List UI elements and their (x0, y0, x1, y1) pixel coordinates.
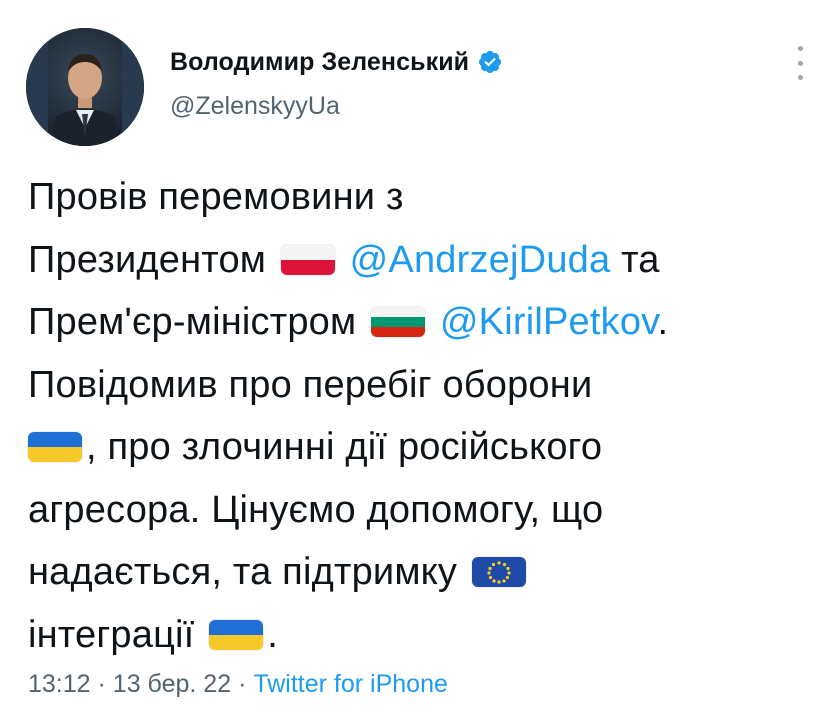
tweet-text-segment: . (657, 301, 669, 343)
mention-kirilpetkov-link[interactable]: @KirilPetkov (440, 301, 658, 343)
tweet-date[interactable]: 13 бер. 22 (113, 670, 231, 698)
more-dot (797, 75, 803, 80)
tweet-line-8: інтеграції . (28, 604, 828, 667)
tweet-text-segment: , про злочинні дії російського (86, 426, 603, 468)
tweet-line-3: Прем'єр-міністром @KirilPetkov. (28, 291, 828, 354)
author-name-row: Володимир Зеленський (170, 44, 503, 80)
flag-poland-icon (280, 244, 335, 275)
tweet-text-segment: Президентом (28, 238, 267, 281)
tweet-text-segment: надається, та підтримку (28, 551, 458, 593)
more-options-icon[interactable] (794, 46, 806, 80)
tweet-text-segment: агресора. Цінуємо допомогу, що (28, 488, 604, 531)
avatar[interactable] (26, 28, 144, 146)
more-dot (797, 46, 803, 51)
tweet-text-segment: інтеграції (28, 613, 195, 656)
flag-eu-icon (471, 557, 526, 587)
meta-separator: · (238, 670, 247, 698)
tweet-line-4: Повідомив про перебіг оборони (28, 354, 828, 417)
verified-badge-icon (477, 49, 503, 75)
avatar-photo (26, 28, 144, 146)
mention-andrzejduda-link[interactable]: @AndrzejDuda (350, 239, 611, 281)
tweet-text-segment: Прем'єр-міністром (28, 301, 357, 343)
tweet-line-6: агресора. Цінуємо допомогу, що (28, 479, 828, 542)
more-dot (797, 60, 803, 66)
author-handle[interactable]: @ZelenskyyUa (170, 92, 340, 121)
tweet-line-2: Президентом @AndrzejDuda та (28, 229, 828, 292)
tweet-text: Провів перемовини з Президентом @Andrzej… (28, 166, 828, 666)
tweet-text-segment: Провів перемовини з (28, 176, 404, 218)
tweet-line-5: , про злочинні дії російського (28, 416, 828, 479)
tweet-line-1: Провів перемовини з (28, 166, 828, 229)
tweet-text-segment: та (621, 238, 660, 281)
flag-ukraine-icon (209, 619, 264, 650)
tweet-text-segment: . (267, 613, 278, 656)
tweet-source-link[interactable]: Twitter for iPhone (253, 670, 448, 698)
meta-separator: · (97, 670, 106, 698)
tweet-card: Володимир Зеленський @ZelenskyyUa Провів… (0, 0, 840, 721)
flag-bulgaria-icon (371, 307, 426, 337)
tweet-metadata: 13:12 · 13 бер. 22 · Twitter for iPhone (28, 670, 448, 699)
flag-ukraine-icon (28, 432, 82, 462)
author-display-name[interactable]: Володимир Зеленський (170, 48, 469, 77)
tweet-text-segment: Повідомив про перебіг оборони (28, 363, 593, 406)
tweet-line-7: надається, та підтримку (28, 541, 828, 604)
tweet-time[interactable]: 13:12 (28, 670, 91, 698)
